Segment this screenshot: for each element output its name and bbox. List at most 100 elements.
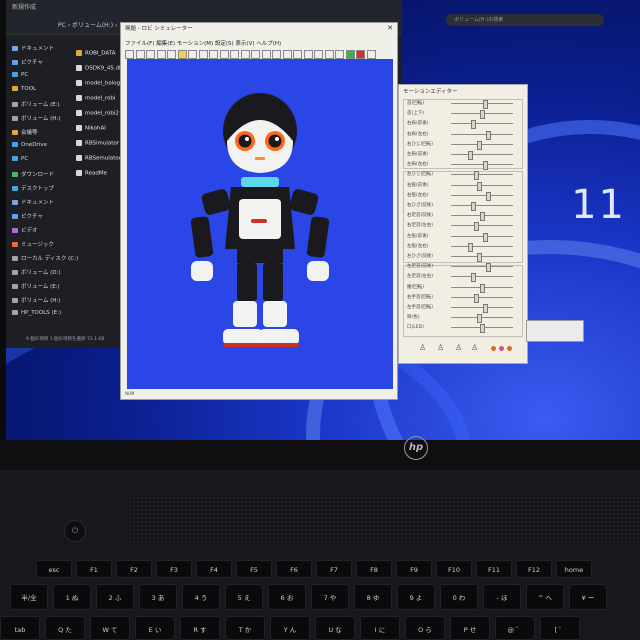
keyboard-key[interactable]: F12 bbox=[516, 560, 552, 578]
address-bar[interactable]: PC › ボリューム(H:) › ... bbox=[58, 20, 125, 29]
joint-slider[interactable] bbox=[451, 304, 513, 313]
file-list-item[interactable]: model_robi2 bbox=[76, 110, 119, 117]
toolbar-button[interactable] bbox=[356, 50, 365, 59]
nav-item[interactable]: PC bbox=[12, 156, 28, 162]
keyboard-key[interactable]: F2 bbox=[116, 560, 152, 578]
keyboard-key[interactable]: F6 bbox=[276, 560, 312, 578]
nav-item[interactable]: TOOL bbox=[12, 86, 36, 92]
joint-slider[interactable] bbox=[451, 120, 513, 130]
keyboard-key[interactable]: Q た bbox=[45, 616, 85, 640]
slider-thumb[interactable] bbox=[474, 222, 480, 232]
keyboard-key[interactable]: F11 bbox=[476, 560, 512, 578]
toolbar-button[interactable] bbox=[324, 50, 334, 59]
close-icon[interactable]: ✕ bbox=[387, 24, 393, 32]
joint-slider[interactable] bbox=[451, 191, 513, 201]
slider-thumb[interactable] bbox=[480, 212, 485, 222]
nav-item[interactable]: ミュージック bbox=[12, 240, 54, 248]
toolbar-button[interactable] bbox=[345, 50, 355, 59]
file-list-item[interactable]: NikohAI bbox=[76, 125, 106, 132]
slider-thumb[interactable] bbox=[468, 151, 474, 160]
keyboard-key[interactable]: 半/全 bbox=[10, 584, 48, 610]
toolbar-button[interactable] bbox=[167, 50, 176, 59]
joint-slider[interactable] bbox=[451, 232, 513, 242]
toolbar-button[interactable] bbox=[146, 50, 155, 59]
joint-slider[interactable] bbox=[451, 161, 513, 171]
pose-icon[interactable]: ♙ bbox=[455, 343, 462, 352]
toolbar-button[interactable] bbox=[240, 50, 250, 59]
joint-slider[interactable] bbox=[451, 202, 513, 211]
nav-item[interactable]: PC bbox=[12, 72, 28, 78]
keyboard-key[interactable]: ¥ ー bbox=[569, 584, 607, 610]
motion-editor-panel[interactable]: モーションエディター ♙ ♙ ♙ ♙ 首(回転) 首(上下) 右肩(前後) 右肩(左右… bbox=[398, 84, 528, 364]
nav-item[interactable]: ダウンロード bbox=[12, 170, 54, 178]
joint-slider[interactable] bbox=[451, 273, 513, 283]
toolbar-button[interactable] bbox=[219, 50, 229, 59]
nav-item[interactable]: ボリューム (H:) bbox=[12, 114, 60, 122]
joint-slider[interactable] bbox=[451, 242, 513, 252]
toolbar-button[interactable] bbox=[198, 50, 208, 59]
slider-thumb[interactable] bbox=[477, 314, 483, 324]
keyboard-key[interactable]: T か bbox=[225, 616, 265, 640]
nav-item[interactable]: ボリューム (D:) bbox=[12, 268, 60, 276]
slider-thumb[interactable] bbox=[471, 202, 477, 211]
nav-item[interactable]: ピクチャ bbox=[12, 212, 43, 220]
nav-item[interactable]: ボリューム (H:) bbox=[12, 296, 60, 304]
keyboard-key[interactable]: F7 bbox=[316, 560, 352, 578]
nav-item[interactable]: 会議等 bbox=[12, 128, 38, 136]
keyboard-key[interactable]: 7 や bbox=[311, 584, 349, 610]
color-dot-icon[interactable] bbox=[499, 346, 504, 351]
toolbar-button[interactable] bbox=[314, 50, 323, 59]
toolbar-button[interactable] bbox=[293, 50, 302, 59]
joint-slider[interactable] bbox=[451, 181, 513, 191]
nav-item[interactable]: ボリューム (E:) bbox=[12, 282, 60, 290]
file-list-item[interactable]: ReadMe bbox=[76, 170, 107, 177]
nav-item[interactable]: ローカル ディスク (C:) bbox=[12, 254, 78, 262]
joint-slider[interactable] bbox=[451, 110, 513, 120]
simulator-menubar[interactable]: ファイル(F) 編集(E) モーション(M) 設定(S) 表示(V) ヘルプ(H… bbox=[125, 39, 281, 47]
toolbar-button[interactable] bbox=[261, 50, 271, 59]
toolbar-button[interactable] bbox=[230, 50, 239, 59]
keyboard-key[interactable]: F10 bbox=[436, 560, 472, 578]
slider-thumb[interactable] bbox=[482, 304, 488, 313]
toolbar-button[interactable] bbox=[177, 50, 187, 59]
slider-thumb[interactable] bbox=[477, 140, 483, 150]
pose-icon[interactable]: ♙ bbox=[437, 343, 444, 352]
slider-thumb[interactable] bbox=[480, 110, 485, 120]
toolbar-button[interactable] bbox=[209, 50, 218, 59]
nav-item[interactable]: ピクチャ bbox=[12, 58, 43, 66]
slider-thumb[interactable] bbox=[485, 263, 491, 273]
joint-slider[interactable] bbox=[451, 222, 513, 232]
joint-slider[interactable] bbox=[451, 130, 513, 140]
keyboard-key[interactable]: O ら bbox=[405, 616, 445, 640]
power-button[interactable]: ⏻ bbox=[64, 520, 86, 542]
keyboard-key[interactable]: W て bbox=[90, 616, 130, 640]
toolbar-button[interactable] bbox=[135, 50, 145, 59]
keyboard-key[interactable]: 0 わ bbox=[440, 584, 478, 610]
keyboard-key[interactable]: @ ゛ bbox=[495, 616, 535, 640]
joint-slider[interactable] bbox=[451, 100, 513, 109]
small-window[interactable] bbox=[526, 320, 584, 342]
slider-thumb[interactable] bbox=[474, 293, 480, 303]
slider-thumb[interactable] bbox=[480, 283, 485, 293]
toolbar-button[interactable] bbox=[125, 50, 134, 59]
joint-slider[interactable] bbox=[451, 324, 513, 334]
slider-thumb[interactable] bbox=[485, 130, 491, 140]
keyboard-key[interactable]: F4 bbox=[196, 560, 232, 578]
nav-item[interactable]: HP_TOOLS (E:) bbox=[12, 310, 61, 316]
search-input[interactable]: ボリューム(H:)の検索 bbox=[446, 14, 604, 26]
toolbar-button[interactable] bbox=[251, 50, 260, 59]
joint-slider[interactable] bbox=[451, 283, 513, 293]
toolbar-button[interactable] bbox=[335, 50, 344, 59]
slider-thumb[interactable] bbox=[477, 253, 483, 262]
file-list-item[interactable]: RBSimulator bbox=[76, 140, 119, 147]
joint-slider[interactable] bbox=[451, 253, 513, 262]
keyboard-key[interactable]: F9 bbox=[396, 560, 432, 578]
nav-item[interactable]: ドキュメント bbox=[12, 44, 54, 52]
keyboard-key[interactable]: F8 bbox=[356, 560, 392, 578]
nav-item[interactable]: ドキュメント bbox=[12, 198, 54, 206]
slider-thumb[interactable] bbox=[482, 100, 488, 109]
robot-3d-viewport[interactable] bbox=[127, 59, 393, 389]
keyboard-key[interactable]: ^ へ bbox=[526, 584, 564, 610]
joint-slider[interactable] bbox=[451, 151, 513, 160]
joint-slider[interactable] bbox=[451, 263, 513, 273]
